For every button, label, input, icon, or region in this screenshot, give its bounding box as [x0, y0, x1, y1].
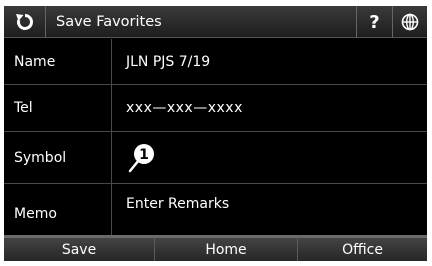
refresh-back-icon — [15, 14, 33, 30]
language-button[interactable] — [392, 6, 427, 38]
memo-value[interactable]: Enter Remarks — [112, 184, 427, 235]
symbol-row[interactable]: Symbol 1 — [4, 132, 427, 184]
symbol-number: 1 — [139, 147, 149, 163]
bottom-tabs: Save Home Office — [4, 235, 427, 261]
symbol-value[interactable]: 1 — [112, 132, 427, 183]
title-bar: Save Favorites ? — [4, 6, 427, 38]
tab-home[interactable]: Home — [154, 238, 297, 261]
save-favorites-screen: Save Favorites ? Name JLN PJS 7/19 Tel x… — [4, 6, 427, 261]
symbol-label: Symbol — [4, 132, 112, 183]
tab-office[interactable]: Office — [297, 238, 427, 261]
memo-row[interactable]: Memo Enter Remarks — [4, 184, 427, 235]
pin-icon: 1 — [128, 143, 154, 172]
tel-row[interactable]: Tel xxx—xxx—xxxx — [4, 85, 427, 132]
tel-label: Tel — [4, 85, 112, 131]
tel-value[interactable]: xxx—xxx—xxxx — [112, 85, 427, 131]
memo-label: Memo — [4, 184, 112, 235]
name-value[interactable]: JLN PJS 7/19 — [112, 39, 427, 84]
name-row[interactable]: Name JLN PJS 7/19 — [4, 39, 427, 85]
help-icon: ? — [369, 11, 380, 33]
page-title: Save Favorites — [56, 14, 162, 30]
name-label: Name — [4, 39, 112, 84]
globe-icon — [401, 13, 419, 31]
tab-save[interactable]: Save — [4, 238, 154, 261]
help-button[interactable]: ? — [356, 6, 392, 38]
back-button[interactable] — [4, 6, 46, 38]
